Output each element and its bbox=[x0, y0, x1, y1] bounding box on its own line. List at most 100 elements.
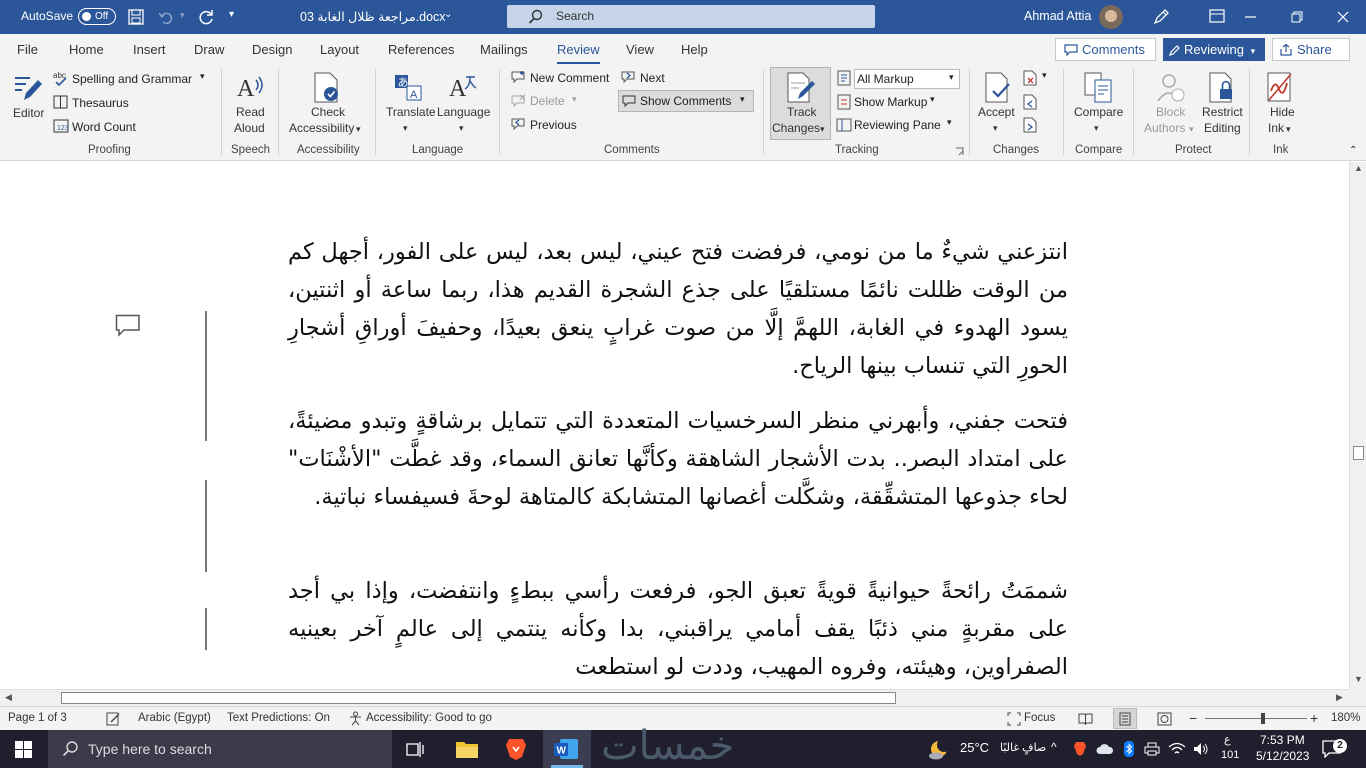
read-aloud-label-2[interactable]: Aloud bbox=[234, 120, 265, 136]
brave-browser-icon[interactable] bbox=[505, 737, 527, 761]
comments-button[interactable]: Comments bbox=[1055, 38, 1156, 61]
language-indicator[interactable]: Arabic (Egypt) bbox=[138, 712, 211, 724]
hide-ink-label-1[interactable]: Hide bbox=[1270, 104, 1295, 120]
ribbon-display-icon[interactable] bbox=[1209, 9, 1225, 23]
volume-icon[interactable] bbox=[1193, 742, 1209, 756]
designer-pen-icon[interactable] bbox=[1151, 7, 1171, 27]
show-comments-button[interactable]: Show Comments ▾ bbox=[618, 90, 754, 112]
reviewing-pane-chevron-icon[interactable]: ▾ bbox=[947, 117, 952, 128]
paragraph-3[interactable]: شممَتُ رائحةً حيوانيةً قويةً تعبق الجو، … bbox=[288, 572, 1068, 686]
horizontal-scrollbar[interactable]: ◀ ▶ bbox=[0, 689, 1349, 706]
restrict-editing-label-2[interactable]: Editing bbox=[1204, 120, 1241, 136]
read-mode-icon[interactable] bbox=[1078, 712, 1093, 726]
web-layout-icon[interactable] bbox=[1157, 712, 1172, 726]
zoom-slider[interactable] bbox=[1205, 718, 1307, 719]
spelling-chevron-down-icon[interactable]: ▾ bbox=[200, 71, 205, 82]
tab-mailings[interactable]: Mailings bbox=[480, 42, 528, 57]
paragraph-2[interactable]: فتحت جفني، وأبهرني منظر السرخسيات المتعد… bbox=[288, 402, 1068, 516]
tab-layout[interactable]: Layout bbox=[320, 42, 359, 57]
zoom-in-button[interactable]: + bbox=[1310, 710, 1318, 726]
redo-icon[interactable] bbox=[197, 8, 215, 26]
tab-insert[interactable]: Insert bbox=[133, 42, 166, 57]
print-layout-button[interactable] bbox=[1113, 708, 1137, 729]
translate-label[interactable]: Translate bbox=[386, 104, 436, 120]
hide-ink-chevron-icon[interactable]: ▾ bbox=[1286, 121, 1291, 137]
restrict-editing-label-1[interactable]: Restrict bbox=[1202, 104, 1243, 120]
tab-file[interactable]: File bbox=[17, 42, 38, 57]
translate-chevron-icon[interactable]: ▾ bbox=[403, 120, 408, 136]
temperature[interactable]: 25°C bbox=[960, 740, 989, 755]
wifi-icon[interactable] bbox=[1168, 742, 1186, 756]
block-authors-label-1[interactable]: Block bbox=[1156, 104, 1185, 120]
customize-toolbar-icon[interactable]: ▾ bbox=[229, 9, 234, 20]
avatar[interactable] bbox=[1099, 5, 1123, 29]
tab-home[interactable]: Home bbox=[69, 42, 104, 57]
comment-marker-icon[interactable] bbox=[115, 314, 141, 338]
tracking-options-launcher-icon[interactable] bbox=[955, 147, 964, 156]
vertical-scrollbar[interactable]: ▲ ▼ bbox=[1349, 162, 1366, 689]
next-change-icon[interactable] bbox=[1022, 117, 1038, 133]
compare-button-label[interactable]: Compare bbox=[1074, 104, 1123, 120]
reviewing-mode-button[interactable]: Reviewing ▾ bbox=[1163, 38, 1265, 61]
word-taskbar-button[interactable]: W bbox=[543, 730, 591, 768]
compare-icon[interactable] bbox=[1082, 71, 1116, 105]
task-view-icon[interactable] bbox=[406, 741, 426, 758]
show-markup-button[interactable]: Show Markup bbox=[854, 95, 927, 109]
editor-label[interactable]: Editor bbox=[13, 105, 44, 121]
horizontal-scroll-thumb[interactable] bbox=[61, 692, 896, 704]
check-accessibility-label-1[interactable]: Check bbox=[311, 104, 345, 120]
block-authors-icon[interactable] bbox=[1155, 71, 1187, 105]
paragraph-1[interactable]: انتزعني شيءٌ ما من نومي، فرفضت فتح عيني،… bbox=[288, 233, 1068, 385]
user-name[interactable]: Ahmad Attia bbox=[1024, 9, 1091, 23]
read-aloud-label-1[interactable]: Read bbox=[236, 104, 265, 120]
thesaurus-button[interactable]: Thesaurus bbox=[72, 96, 129, 110]
clock-time[interactable]: 7:53 PM bbox=[1260, 733, 1305, 747]
restore-icon[interactable] bbox=[1291, 11, 1303, 23]
printer-tray-icon[interactable] bbox=[1144, 742, 1160, 756]
document-canvas[interactable]: انتزعني شيءٌ ما من نومي، فرفضت فتح عيني،… bbox=[0, 162, 1349, 689]
undo-icon[interactable] bbox=[158, 9, 174, 25]
collapse-ribbon-icon[interactable]: ⌃ bbox=[1349, 145, 1357, 156]
file-explorer-icon[interactable] bbox=[455, 739, 479, 759]
check-accessibility-label-2[interactable]: Accessibility bbox=[289, 120, 354, 136]
new-comment-button[interactable]: New Comment bbox=[530, 71, 609, 85]
undo-dropdown-icon[interactable]: ▾ bbox=[180, 10, 185, 21]
compare-chevron-icon[interactable]: ▾ bbox=[1094, 120, 1099, 136]
scroll-down-icon[interactable]: ▼ bbox=[1354, 674, 1363, 684]
proofing-status-icon[interactable] bbox=[106, 712, 121, 726]
share-button[interactable]: Share bbox=[1272, 38, 1350, 61]
next-comment-button[interactable]: Next bbox=[640, 71, 665, 85]
previous-comment-button[interactable]: Previous bbox=[530, 118, 577, 132]
vertical-scroll-thumb[interactable] bbox=[1353, 446, 1364, 460]
close-icon[interactable] bbox=[1337, 11, 1349, 23]
reject-chevron-icon[interactable]: ▾ bbox=[1042, 70, 1047, 81]
scroll-left-icon[interactable]: ◀ bbox=[5, 692, 12, 703]
page-indicator[interactable]: Page 1 of 3 bbox=[8, 712, 67, 724]
focus-button[interactable]: Focus bbox=[1024, 712, 1055, 724]
language-button-label[interactable]: Language bbox=[437, 104, 490, 120]
title-chevron-down-icon[interactable]: ⌄ bbox=[444, 9, 452, 20]
show-markup-chevron-icon[interactable]: ▾ bbox=[930, 94, 935, 105]
tab-view[interactable]: View bbox=[626, 42, 654, 57]
editor-icon[interactable] bbox=[12, 72, 44, 104]
block-authors-chevron-icon[interactable]: ▾ bbox=[1189, 121, 1194, 137]
text-predictions-indicator[interactable]: Text Predictions: On bbox=[227, 712, 330, 724]
reject-icon[interactable] bbox=[1022, 70, 1038, 86]
restrict-editing-icon[interactable] bbox=[1207, 71, 1237, 105]
minimize-icon[interactable] bbox=[1245, 16, 1257, 18]
language-chevron-icon[interactable]: ▾ bbox=[459, 120, 464, 136]
word-count-button[interactable]: Word Count bbox=[72, 120, 136, 134]
accept-label[interactable]: Accept bbox=[978, 104, 1015, 120]
reviewing-pane-button[interactable]: Reviewing Pane bbox=[854, 118, 941, 132]
markup-dropdown[interactable]: All Markup ▾ bbox=[854, 69, 960, 89]
tab-design[interactable]: Design bbox=[252, 42, 292, 57]
input-language-indicator[interactable]: ع bbox=[1224, 733, 1231, 746]
save-icon[interactable] bbox=[128, 9, 144, 25]
windows-start-icon[interactable] bbox=[15, 741, 32, 758]
accept-chevron-icon[interactable]: ▾ bbox=[993, 120, 998, 136]
brave-tray-icon[interactable] bbox=[1073, 741, 1087, 757]
read-aloud-icon[interactable]: A bbox=[236, 72, 266, 104]
delete-chevron-down-icon[interactable]: ▾ bbox=[572, 94, 577, 105]
search-box[interactable]: Search bbox=[507, 5, 875, 28]
hide-ink-label-2[interactable]: Ink bbox=[1268, 120, 1284, 136]
